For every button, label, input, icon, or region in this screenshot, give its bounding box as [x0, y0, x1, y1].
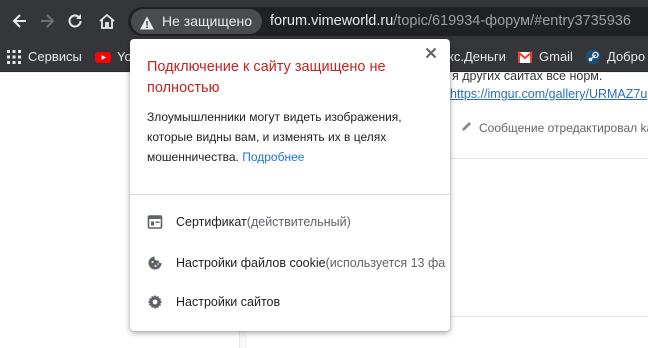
cookie-count: (используется 13 фа	[325, 256, 446, 270]
cookie-icon	[147, 255, 163, 271]
gmail-icon	[517, 49, 533, 65]
bookmark-youtube[interactable]: Yo	[95, 47, 132, 67]
popup-title: Подключение к сайту защищено не полность…	[147, 59, 386, 96]
post-text-line: я других сайтах все норм.	[452, 69, 603, 83]
site-settings-label: Настройки сайтов	[176, 295, 281, 309]
url-path: /topic/619934-форум/#entry3735936	[393, 13, 631, 29]
security-chip[interactable]: Не защищено	[131, 9, 262, 34]
steam-icon	[585, 49, 601, 65]
reload-icon[interactable]	[65, 11, 85, 31]
gear-icon	[147, 294, 163, 310]
certificate-icon	[147, 214, 163, 230]
bookmark-yandex-money[interactable]: кс.Деньги	[448, 47, 506, 67]
bookmark-label: Сервисы	[28, 49, 82, 64]
post-divider	[450, 158, 648, 159]
edit-pencil-icon	[461, 120, 473, 135]
cookie-settings-label: Настройки файлов cookie	[176, 256, 326, 270]
forward-icon[interactable]	[37, 11, 57, 31]
edited-note-text: Сообщение отредактировал karin	[479, 120, 648, 135]
cookie-settings-row[interactable]: Настройки файлов cookie (используется 13…	[130, 244, 450, 282]
bookmark-gmail[interactable]: Gmail	[517, 47, 573, 67]
bookmark-label: Добро	[607, 49, 646, 64]
learn-more-link[interactable]: Подробнее	[242, 150, 304, 164]
warning-triangle-icon	[139, 14, 155, 30]
bookmark-apps[interactable]: Сервисы	[6, 47, 82, 67]
youtube-icon	[95, 49, 111, 65]
post-divider	[450, 316, 648, 317]
popup-separator	[130, 194, 450, 195]
apps-grid-icon	[6, 49, 22, 65]
back-icon[interactable]	[10, 11, 30, 31]
site-settings-row[interactable]: Настройки сайтов	[130, 283, 450, 321]
post-link[interactable]: https://imgur.com/gallery/URMAZ7u	[450, 87, 647, 101]
site-info-popup: Подключение к сайту защищено не полность…	[130, 39, 450, 331]
popup-description: Злоумышленники могут видеть изображения,…	[147, 107, 437, 167]
certificate-label: Сертификат	[176, 215, 247, 229]
home-icon[interactable]	[97, 11, 117, 31]
certificate-row[interactable]: Сертификат (действительный)	[130, 203, 450, 241]
bookmark-label: кс.Деньги	[448, 49, 506, 64]
security-label: Не защищено	[162, 13, 252, 29]
close-icon[interactable]	[422, 44, 440, 62]
bookmark-label: Gmail	[539, 49, 573, 64]
bookmark-steam[interactable]: Добро	[585, 47, 645, 67]
edited-note: Сообщение отредактировал karin	[461, 120, 648, 135]
certificate-status: (действительный)	[246, 215, 351, 229]
url-text[interactable]: forum.vimeworld.ru/topic/619934-форум/#e…	[270, 9, 631, 34]
url-host: forum.vimeworld.ru	[270, 13, 394, 29]
